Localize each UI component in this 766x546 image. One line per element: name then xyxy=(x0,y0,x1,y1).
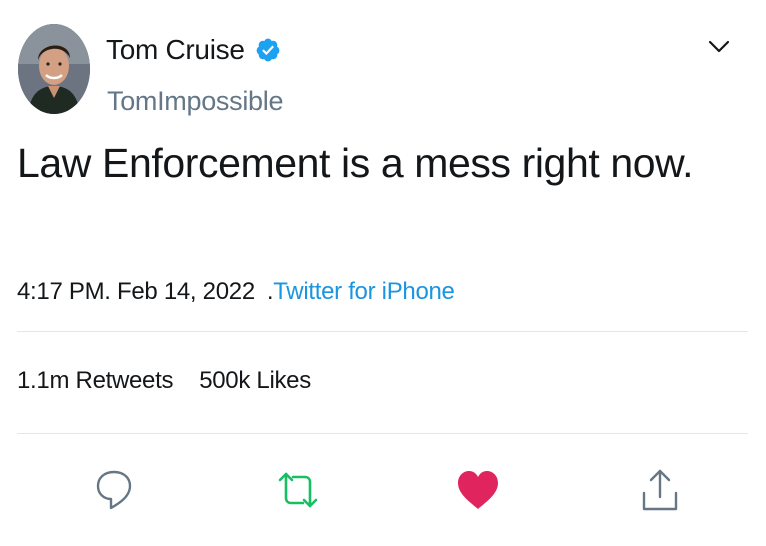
tweet-source-link[interactable]: Twitter for iPhone xyxy=(273,278,455,305)
tweet-stats: 1.1m Retweets 500k Likes xyxy=(17,367,311,395)
likes-count: 500k xyxy=(199,367,251,394)
retweets-stat[interactable]: 1.1m Retweets xyxy=(17,367,173,395)
like-button[interactable] xyxy=(452,464,504,516)
author-display-name[interactable]: Tom Cruise xyxy=(106,34,245,66)
more-options-button[interactable] xyxy=(704,32,734,62)
retweets-label: Retweets xyxy=(75,367,174,394)
like-icon xyxy=(458,471,498,509)
share-icon xyxy=(642,469,678,511)
reply-button[interactable] xyxy=(88,464,140,516)
author-handle[interactable]: TomImpossible xyxy=(107,86,283,117)
chevron-down-icon xyxy=(708,40,730,53)
reply-icon xyxy=(96,470,132,510)
tweet-text: Law Enforcement is a mess right now. xyxy=(17,140,694,186)
tweet-timestamp[interactable]: 4:17 PM. Feb 14, 2022 xyxy=(17,278,255,305)
retweet-button[interactable] xyxy=(272,464,324,516)
profile-photo xyxy=(18,24,90,114)
divider xyxy=(17,433,748,434)
share-button[interactable] xyxy=(634,464,686,516)
likes-stat[interactable]: 500k Likes xyxy=(199,367,311,395)
verified-badge-icon xyxy=(255,37,281,63)
avatar[interactable] xyxy=(18,24,90,114)
author-name-row[interactable]: Tom Cruise xyxy=(106,34,281,66)
retweets-count: 1.1m xyxy=(17,367,70,394)
likes-label: Likes xyxy=(256,367,311,394)
tweet-actions xyxy=(0,464,766,520)
retweet-icon xyxy=(278,472,318,508)
divider xyxy=(17,331,748,332)
tweet-meta: 4:17 PM. Feb 14, 2022 .Twitter for iPhone xyxy=(17,278,455,306)
